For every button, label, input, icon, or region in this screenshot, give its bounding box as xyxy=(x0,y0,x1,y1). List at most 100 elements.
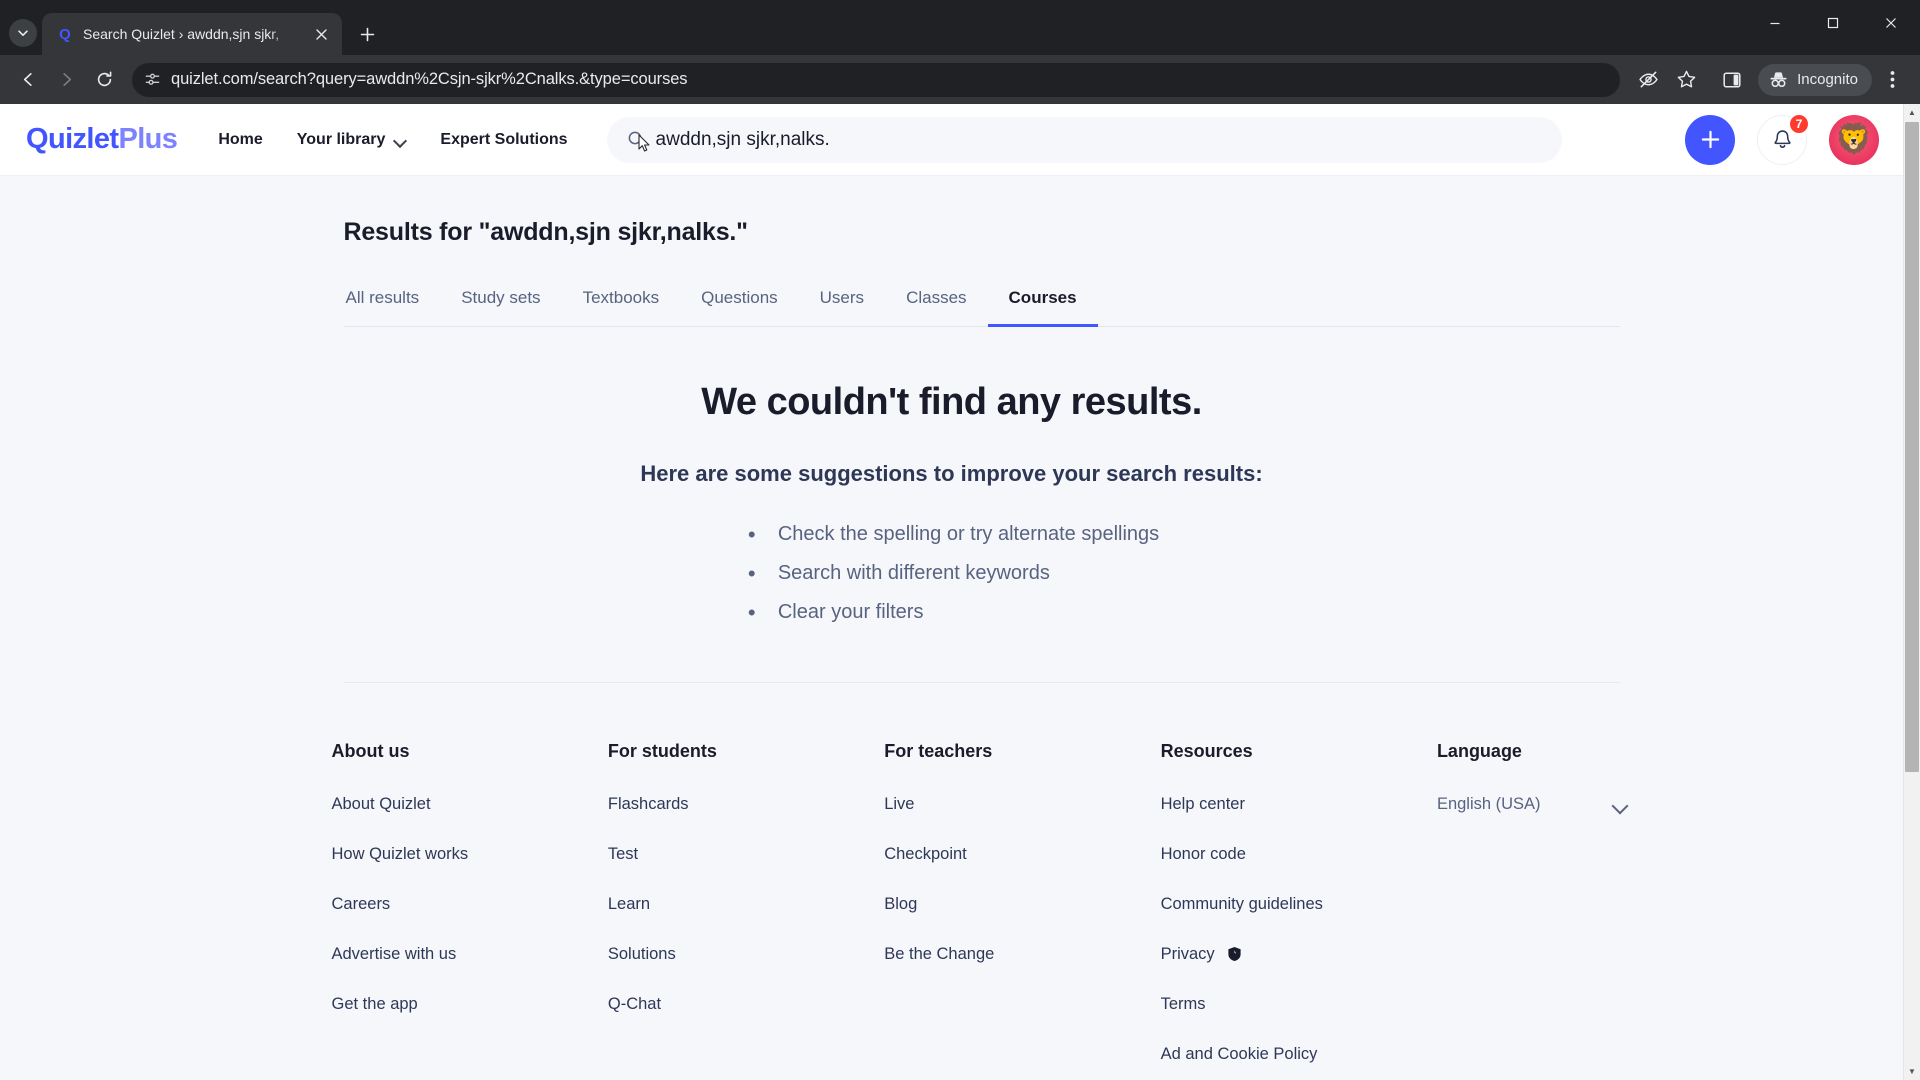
footer-link-privacy[interactable]: Privacy xyxy=(1161,945,1437,964)
result-type-tabs: All results Study sets Textbooks Questio… xyxy=(343,280,1620,327)
footer-heading: About us xyxy=(331,741,410,761)
chevron-down-icon xyxy=(394,134,406,146)
chevron-down-icon xyxy=(1613,798,1627,812)
create-button[interactable] xyxy=(1685,114,1735,165)
tab-search-area xyxy=(4,13,42,53)
incognito-indicator[interactable]: Incognito xyxy=(1758,63,1872,96)
browser-tab[interactable]: Q Search Quizlet › awddn,sjn sjkr, xyxy=(42,13,342,55)
close-window-icon[interactable] xyxy=(1862,0,1920,46)
logo-quizlet-text: Quizlet xyxy=(26,123,119,155)
tab-users[interactable]: Users xyxy=(799,280,885,327)
browser-window: Q Search Quizlet › awddn,sjn sjkr, quizl… xyxy=(0,0,1920,1080)
footer-link-careers[interactable]: Careers xyxy=(332,895,608,914)
page-title: Results for "awddn,sjn sjkr,nalks." xyxy=(343,218,749,246)
nav-item-expert-solutions[interactable]: Expert Solutions xyxy=(423,121,584,159)
notification-count-badge: 7 xyxy=(1788,112,1810,135)
tab-all-results[interactable]: All results xyxy=(344,280,441,327)
scrollbar-thumb[interactable] xyxy=(1905,122,1919,772)
site-footer: About us About Quizlet How Quizlet works… xyxy=(0,683,1903,1080)
nav-item-label: Expert Solutions xyxy=(440,130,568,148)
footer-link-live[interactable]: Live xyxy=(884,795,1160,814)
footer-link-be-the-change[interactable]: Be the Change xyxy=(884,945,1160,964)
quizlet-logo[interactable]: QuizletPlus xyxy=(26,123,178,156)
bookmark-star-icon[interactable] xyxy=(1668,62,1704,98)
tab-list-chevron-icon[interactable] xyxy=(9,19,37,47)
back-icon[interactable] xyxy=(10,62,46,98)
nav-item-your-library[interactable]: Your library xyxy=(280,121,424,159)
footer-link-checkpoint[interactable]: Checkpoint xyxy=(884,845,1160,864)
minimize-icon[interactable] xyxy=(1746,0,1804,46)
maximize-icon[interactable] xyxy=(1804,0,1862,46)
side-panel-icon[interactable] xyxy=(1714,62,1750,98)
tab-textbooks[interactable]: Textbooks xyxy=(562,280,681,327)
search-input[interactable]: awddn,sjn sjkr,nalks. xyxy=(606,116,1562,163)
notifications-button[interactable]: 7 xyxy=(1757,112,1810,165)
suggestions-list: Check the spelling or try alternate spel… xyxy=(744,514,1159,635)
footer-link-help-center[interactable]: Help center xyxy=(1161,795,1437,814)
nav-item-home[interactable]: Home xyxy=(201,121,279,159)
footer-heading: For students xyxy=(607,741,717,761)
avatar[interactable]: 🦁 xyxy=(1829,114,1879,165)
empty-state-title: We couldn't find any results. xyxy=(701,381,1202,423)
footer-column-resources: Resources Help center Honor code Communi… xyxy=(1161,741,1437,1080)
footer-link-honor-code[interactable]: Honor code xyxy=(1161,845,1437,864)
browser-toolbar: quizlet.com/search?query=awddn%2Csjn-sjk… xyxy=(0,55,1920,104)
browser-titlebar: Q Search Quizlet › awddn,sjn sjkr, xyxy=(0,0,1920,55)
footer-link-get-the-app[interactable]: Get the app xyxy=(332,995,608,1014)
footer-link-q-chat[interactable]: Q-Chat xyxy=(608,995,884,1014)
search-results-content: Results for "awddn,sjn sjkr,nalks." All … xyxy=(0,176,1903,683)
reload-icon[interactable] xyxy=(86,62,122,98)
footer-link-blog[interactable]: Blog xyxy=(884,895,1160,914)
search-input-value: awddn,sjn sjkr,nalks. xyxy=(655,128,830,150)
url-text: quizlet.com/search?query=awddn%2Csjn-sjk… xyxy=(171,70,688,88)
footer-column-for-teachers: For teachers Live Checkpoint Blog Be the… xyxy=(884,741,1160,1080)
page-scrollbar[interactable]: ▲ ▼ xyxy=(1903,104,1920,1080)
footer-link-community-guidelines[interactable]: Community guidelines xyxy=(1161,895,1437,914)
tab-courses[interactable]: Courses xyxy=(987,280,1098,327)
language-select[interactable]: English (USA) xyxy=(1437,795,1627,814)
list-item: Clear your filters xyxy=(744,592,1159,635)
avatar-emoji: 🦁 xyxy=(1835,123,1873,156)
language-select-value: English (USA) xyxy=(1436,795,1541,813)
footer-heading: For teachers xyxy=(884,741,993,761)
nav-item-label: Your library xyxy=(296,130,386,148)
empty-state-subtitle: Here are some suggestions to improve you… xyxy=(640,461,1263,486)
address-bar[interactable]: quizlet.com/search?query=awddn%2Csjn-sjk… xyxy=(132,62,1621,97)
toolbar-right-icons: Incognito xyxy=(1630,62,1910,98)
header-actions: 7 🦁 xyxy=(1663,112,1879,165)
footer-link-ad-and-cookie-policy[interactable]: Ad and Cookie Policy xyxy=(1161,1045,1437,1064)
browser-menu-icon[interactable] xyxy=(1874,62,1910,98)
empty-results-state: We couldn't find any results. Here are s… xyxy=(344,327,1620,635)
scroll-down-arrow-icon[interactable]: ▼ xyxy=(1904,1063,1920,1080)
footer-heading: Resources xyxy=(1160,741,1253,761)
tracking-protection-eye-off-icon[interactable] xyxy=(1630,62,1666,98)
close-icon[interactable] xyxy=(310,23,332,45)
tab-classes[interactable]: Classes xyxy=(885,280,987,327)
window-controls xyxy=(1746,0,1920,46)
privacy-shield-icon xyxy=(1227,946,1242,962)
footer-heading: Language xyxy=(1436,741,1522,761)
footer-column-about-us: About us About Quizlet How Quizlet works… xyxy=(332,741,608,1080)
list-item: Search with different keywords xyxy=(744,553,1159,596)
footer-column-language: Language English (USA) xyxy=(1437,741,1662,1080)
footer-link-advertise-with-us[interactable]: Advertise with us xyxy=(332,945,608,964)
footer-link-learn[interactable]: Learn xyxy=(608,895,884,914)
logo-plus-text: Plus xyxy=(118,123,178,155)
footer-link-privacy-label: Privacy xyxy=(1160,945,1215,963)
footer-link-how-quizlet-works[interactable]: How Quizlet works xyxy=(332,845,608,864)
footer-link-solutions[interactable]: Solutions xyxy=(608,945,884,964)
main-nav: Home Your library Expert Solutions xyxy=(201,121,584,159)
footer-link-test[interactable]: Test xyxy=(608,845,884,864)
footer-link-about-quizlet[interactable]: About Quizlet xyxy=(332,795,608,814)
incognito-hat-icon xyxy=(1768,69,1789,90)
footer-link-flashcards[interactable]: Flashcards xyxy=(608,795,884,814)
forward-icon[interactable] xyxy=(48,62,84,98)
scroll-up-arrow-icon[interactable]: ▲ xyxy=(1904,104,1920,121)
tab-questions[interactable]: Questions xyxy=(680,280,799,327)
site-settings-icon[interactable] xyxy=(144,71,161,88)
footer-link-terms[interactable]: Terms xyxy=(1161,995,1437,1014)
incognito-label: Incognito xyxy=(1797,71,1858,88)
new-tab-button[interactable] xyxy=(350,17,384,51)
list-item: Check the spelling or try alternate spel… xyxy=(744,514,1159,557)
tab-study-sets[interactable]: Study sets xyxy=(440,280,561,327)
